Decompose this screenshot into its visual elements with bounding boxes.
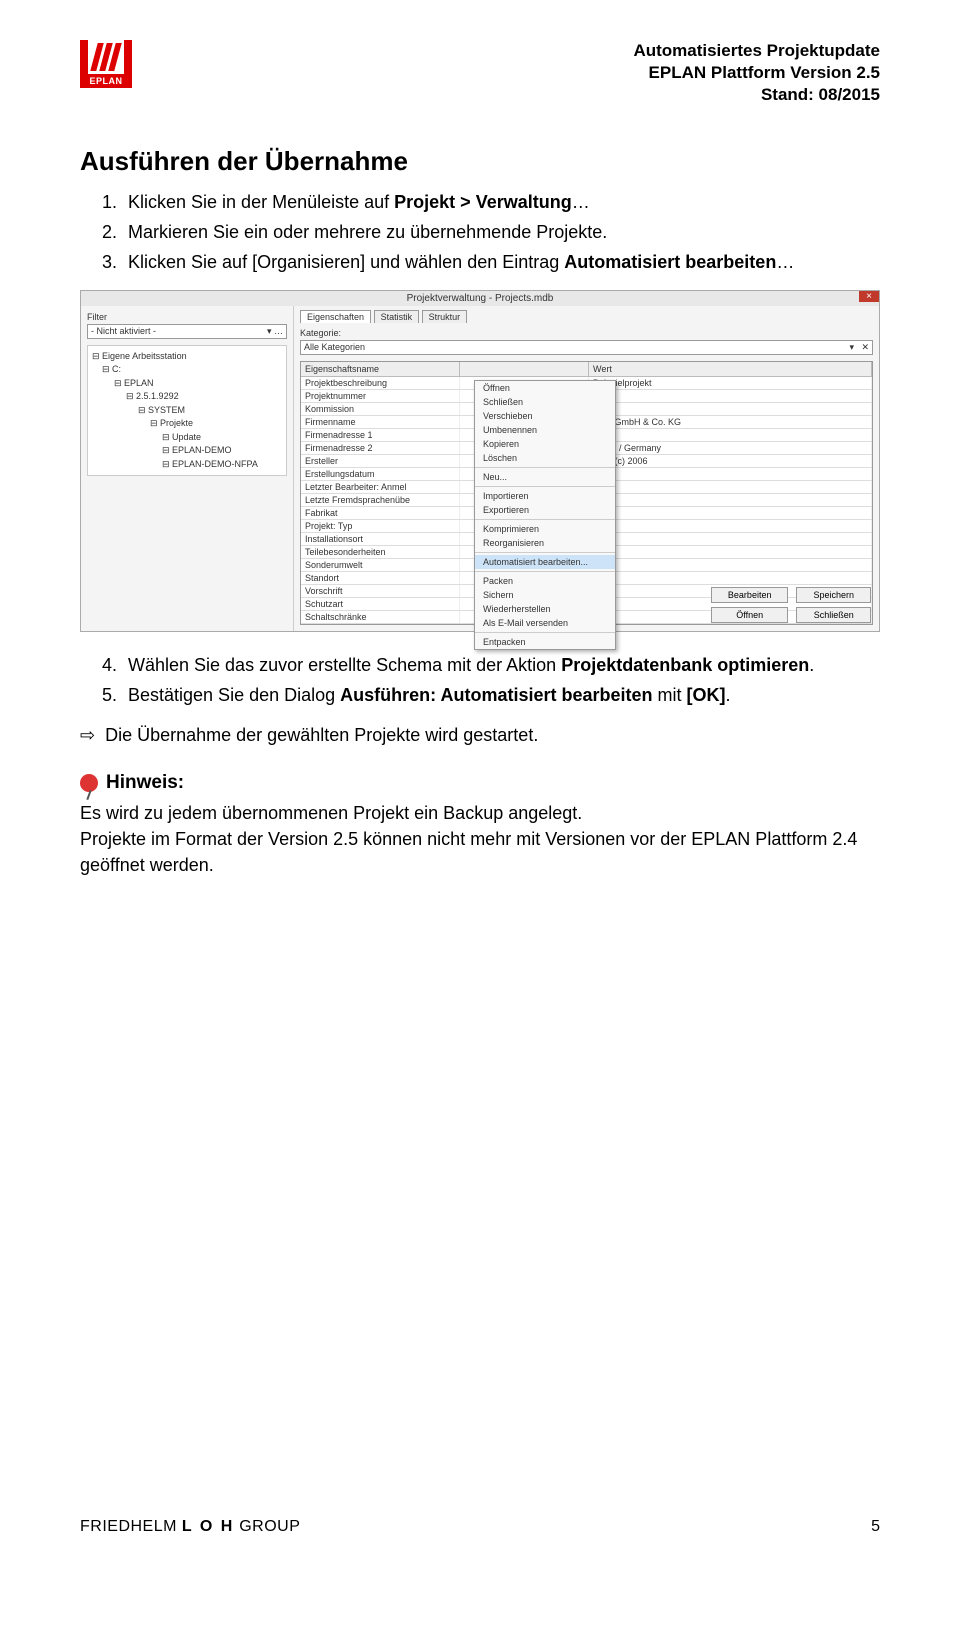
hint-body: Es wird zu jedem übernommenen Projekt ei… — [80, 800, 880, 878]
filter-dropdown[interactable]: - Nicht aktiviert -▾ … — [87, 324, 287, 339]
close-icon[interactable]: × — [859, 291, 879, 302]
speichern-button[interactable]: Speichern — [796, 587, 871, 603]
project-tree[interactable]: ⊟ Eigene Arbeitsstation⊟ C:⊟ EPLAN⊟ 2.5.… — [87, 345, 287, 477]
tab-statistik[interactable]: Statistik — [374, 310, 420, 323]
menu-item[interactable]: Importieren — [475, 489, 615, 503]
tab-struktur[interactable]: Struktur — [422, 310, 468, 323]
hint-label: Hinweis: — [106, 772, 184, 794]
menu-item[interactable]: Wiederherstellen — [475, 602, 615, 616]
menu-item[interactable]: Exportieren — [475, 503, 615, 517]
tab-eigenschaften[interactable]: Eigenschaften — [300, 310, 371, 323]
dialog-screenshot: Projektverwaltung - Projects.mdb × Filte… — [80, 290, 880, 632]
oeffnen-button[interactable]: Öffnen — [711, 607, 789, 623]
doc-header: Automatisiertes Projektupdate EPLAN Plat… — [633, 40, 880, 106]
menu-item[interactable]: Öffnen — [475, 381, 615, 395]
pin-icon — [80, 774, 98, 792]
menu-item[interactable]: Löschen — [475, 451, 615, 465]
menu-item[interactable]: Kopieren — [475, 437, 615, 451]
page-number: 5 — [871, 1518, 880, 1536]
kategorie-dropdown[interactable]: Alle Kategorien▾ ✕ — [300, 340, 873, 355]
result-line: ⇨Die Übernahme der gewählten Projekte wi… — [80, 722, 880, 748]
footer-brand: FRIEDHELM L O H GROUP — [80, 1518, 300, 1536]
menu-item[interactable]: Neu... — [475, 470, 615, 484]
menu-item[interactable]: Reorganisieren — [475, 536, 615, 550]
kategorie-label: Kategorie: — [300, 328, 873, 338]
menu-item[interactable]: Packen — [475, 574, 615, 588]
menu-item[interactable]: Komprimieren — [475, 522, 615, 536]
menu-item[interactable]: Entpacken — [475, 635, 615, 649]
menu-item[interactable]: Verschieben — [475, 409, 615, 423]
menu-item[interactable]: Umbenennen — [475, 423, 615, 437]
eplan-logo: EPLAN — [80, 40, 132, 88]
schliessen-button[interactable]: Schließen — [796, 607, 871, 623]
menu-item[interactable]: Sichern — [475, 588, 615, 602]
tab-bar[interactable]: Eigenschaften Statistik Struktur — [300, 312, 873, 322]
filter-label: Filter — [87, 312, 287, 322]
menu-item[interactable]: Als E-Mail versenden — [475, 616, 615, 630]
dialog-title: Projektverwaltung - Projects.mdb × — [81, 291, 879, 306]
menu-item[interactable]: Automatisiert bearbeiten... — [475, 555, 615, 569]
menu-item[interactable]: Schließen — [475, 395, 615, 409]
section-title: Ausführen der Übernahme — [80, 146, 880, 177]
bearbeiten-button[interactable]: Bearbeiten — [711, 587, 789, 603]
steps-list-a: Klicken Sie in der Menüleiste auf Projek… — [80, 189, 880, 275]
steps-list-b: Wählen Sie das zuvor erstellte Schema mi… — [80, 652, 880, 708]
context-menu[interactable]: ÖffnenSchließenVerschiebenUmbenennenKopi… — [474, 380, 616, 650]
